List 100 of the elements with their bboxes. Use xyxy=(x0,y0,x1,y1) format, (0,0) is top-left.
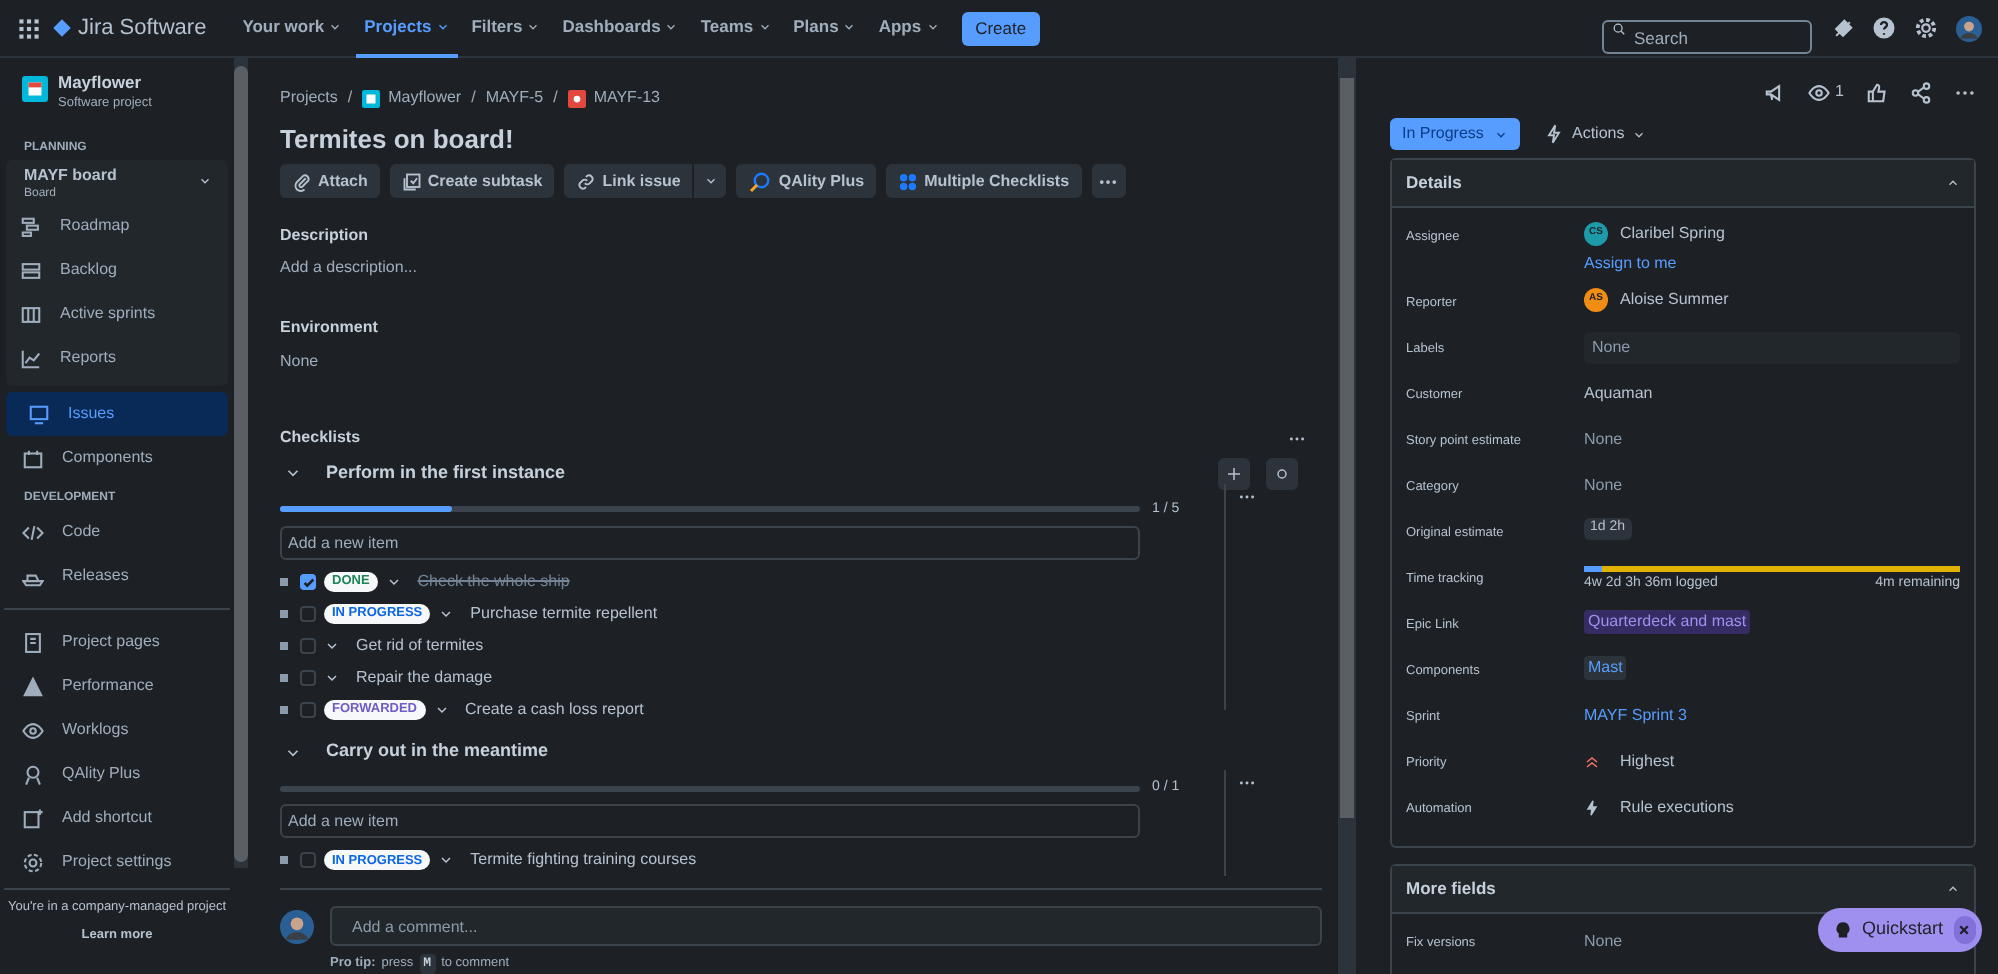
checklist-item-text[interactable]: Repair the damage xyxy=(356,666,493,691)
more-button[interactable] xyxy=(1091,164,1126,198)
action-button[interactable]: Link issue xyxy=(564,164,693,198)
product-name[interactable]: Jira Software xyxy=(78,11,207,45)
breadcrumb-link[interactable]: MAYF-5 xyxy=(485,86,544,110)
checkbox[interactable] xyxy=(300,638,316,655)
action-button[interactable]: Multiple Checklists xyxy=(886,164,1082,198)
chevron-up-icon[interactable] xyxy=(1946,882,1960,896)
chart-icon xyxy=(20,347,42,369)
sidebar-item[interactable]: Worklogs xyxy=(0,708,234,752)
watch-button[interactable]: 1 xyxy=(1807,80,1844,104)
notification-icon[interactable] xyxy=(1832,17,1854,39)
add-square-icon xyxy=(22,807,44,829)
field-value[interactable]: None xyxy=(1584,470,1623,498)
new-item-field[interactable]: Add a new item xyxy=(280,804,1140,839)
action-button[interactable]: QAlity Plus xyxy=(736,164,877,198)
nav-menu[interactable]: Dashboards xyxy=(554,0,687,57)
checkbox[interactable] xyxy=(300,670,316,687)
sidebar-item[interactable]: Project pages xyxy=(0,620,234,664)
action-button[interactable]: Attach xyxy=(280,164,380,198)
nav-menu[interactable]: Filters xyxy=(463,0,549,57)
sidebar-item[interactable]: Project settings xyxy=(0,840,234,884)
drag-handle[interactable] xyxy=(280,856,288,865)
settings-button[interactable] xyxy=(1266,457,1298,490)
project-name[interactable]: Mayflower xyxy=(58,72,152,94)
chevron-down-icon[interactable] xyxy=(438,852,455,869)
sidebar-item[interactable]: Roadmap xyxy=(6,204,228,248)
checkbox[interactable] xyxy=(300,702,316,719)
checklist-title[interactable]: Perform in the first instance xyxy=(326,460,1218,488)
drag-handle[interactable] xyxy=(280,610,288,619)
checklist-item-text[interactable]: Check the whole ship xyxy=(417,570,570,595)
drag-handle[interactable] xyxy=(280,578,288,587)
magnifier-icon xyxy=(748,169,773,193)
scrollbar[interactable] xyxy=(1338,58,1356,974)
checkbox[interactable] xyxy=(300,852,316,869)
chevron-down-icon[interactable] xyxy=(385,574,402,591)
field-value[interactable]: None xyxy=(1584,926,1623,954)
user-name[interactable]: Claribel Spring xyxy=(1620,222,1725,246)
chevron-up-icon[interactable] xyxy=(1946,176,1960,190)
breadcrumb-link[interactable]: Mayflower xyxy=(362,86,462,110)
chevron-down-icon[interactable] xyxy=(438,606,455,623)
field-value[interactable]: Highest xyxy=(1620,750,1675,774)
sidebar-item[interactable]: Reports xyxy=(6,336,228,380)
thumbs-up-icon[interactable] xyxy=(1866,81,1888,103)
drag-handle[interactable] xyxy=(280,706,288,715)
help-icon[interactable] xyxy=(1872,16,1896,40)
chevron-down-icon[interactable] xyxy=(433,702,449,719)
search-field[interactable]: Search xyxy=(1602,20,1812,54)
nav-menu[interactable]: Teams xyxy=(692,0,780,57)
actions-button[interactable]: Actions xyxy=(1544,122,1647,146)
user-name[interactable]: Aloise Summer xyxy=(1620,288,1729,312)
new-item-field[interactable]: Add a new item xyxy=(280,526,1140,561)
breadcrumb-link[interactable]: MAYF-13 xyxy=(567,86,661,110)
scrollbar-thumb[interactable] xyxy=(1340,78,1354,818)
settings-icon[interactable] xyxy=(1914,16,1938,40)
sidebar-item[interactable]: Code xyxy=(0,510,234,554)
status-button[interactable]: In Progress xyxy=(1390,118,1520,150)
issue-title[interactable]: Termites on board! xyxy=(280,120,1322,156)
field-value[interactable]: None xyxy=(1584,424,1623,452)
drag-handle[interactable] xyxy=(280,674,288,683)
nav-menu[interactable]: Projects xyxy=(356,0,458,57)
sidebar-item[interactable]: Active sprints xyxy=(6,292,228,336)
share-icon[interactable] xyxy=(1910,81,1932,103)
app-switcher-icon[interactable] xyxy=(18,17,40,39)
checklist-item-text[interactable]: Create a cash loss report xyxy=(465,698,644,723)
checkbox[interactable] xyxy=(300,606,316,623)
epic-tag[interactable]: Quarterdeck and mast xyxy=(1584,610,1751,634)
checklist-item-text[interactable]: Termite fighting training courses xyxy=(470,848,697,873)
checklist-item-text[interactable]: Get rid of termites xyxy=(356,634,484,659)
sidebar-item[interactable]: Backlog xyxy=(6,248,228,292)
checklist-title[interactable]: Carry out in the meantime xyxy=(326,738,1322,766)
comment-field[interactable]: Add a comment... xyxy=(330,906,1322,947)
sidebar-item[interactable]: Components xyxy=(0,436,234,480)
labels-field[interactable]: None xyxy=(1584,332,1960,364)
sidebar-item[interactable]: QAlity Plus xyxy=(0,752,234,796)
sidebar-item[interactable]: Releases xyxy=(0,554,234,598)
sidebar-item[interactable]: Performance xyxy=(0,664,234,708)
breadcrumb-link[interactable]: Projects xyxy=(280,86,338,110)
create-button[interactable]: Create xyxy=(961,11,1041,45)
assign-link[interactable]: Assign to me xyxy=(1584,252,1960,276)
component-tag[interactable]: Mast xyxy=(1584,656,1627,680)
action-button[interactable]: Create subtask xyxy=(389,164,555,198)
megaphone-icon[interactable] xyxy=(1763,81,1786,103)
close-button[interactable] xyxy=(1953,916,1976,944)
sidebar-item[interactable]: Issues xyxy=(6,392,228,436)
nav-menu[interactable]: Apps xyxy=(870,0,948,57)
sidebar-item[interactable]: Add shortcut xyxy=(0,796,234,840)
nav-menu[interactable]: Your work xyxy=(234,0,351,57)
drag-handle[interactable] xyxy=(280,642,288,651)
checkbox[interactable] xyxy=(300,574,316,591)
nav-menu[interactable]: Plans xyxy=(785,0,865,57)
checklist-item-text[interactable]: Purchase termite repellent xyxy=(470,602,658,627)
sprint-link[interactable]: MAYF Sprint 3 xyxy=(1584,700,1687,728)
description-placeholder[interactable]: Add a description... xyxy=(280,256,1322,280)
avatar-icon[interactable] xyxy=(1956,15,1982,41)
field-value[interactable]: Rule executions xyxy=(1620,796,1734,820)
environment-value[interactable]: None xyxy=(280,350,1322,374)
field-value[interactable]: Aquaman xyxy=(1584,378,1653,406)
add-button[interactable] xyxy=(1218,457,1250,490)
quickstart-button[interactable]: Quickstart xyxy=(1818,908,1982,952)
